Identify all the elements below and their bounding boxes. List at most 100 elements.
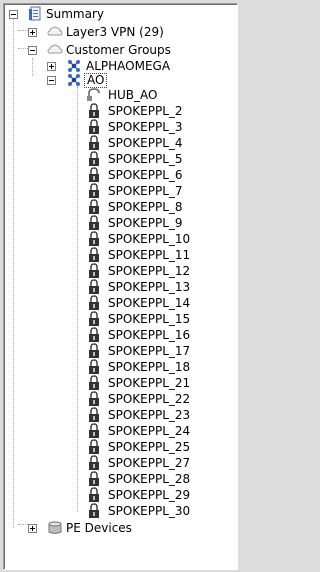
collapse-toggle[interactable] bbox=[47, 76, 56, 85]
lock-icon bbox=[89, 471, 99, 486]
tree-node-spoke[interactable]: SPOKEPPL_7 bbox=[4, 183, 234, 199]
tree-node-label: SPOKEPPL_5 bbox=[108, 152, 183, 166]
tree-node-label: SPOKEPPL_3 bbox=[108, 120, 183, 134]
tree-node-label: SPOKEPPL_12 bbox=[108, 264, 191, 278]
lock-icon bbox=[89, 231, 99, 246]
tree-node-spoke[interactable]: SPOKEPPL_13 bbox=[4, 279, 234, 295]
tree-node-label: SPOKEPPL_17 bbox=[108, 344, 191, 358]
tree-node-label: SPOKEPPL_4 bbox=[108, 136, 183, 150]
lock-icon bbox=[89, 455, 99, 470]
tree-node-spoke[interactable]: SPOKEPPL_17 bbox=[4, 343, 234, 359]
tree-node-spoke[interactable]: SPOKEPPL_11 bbox=[4, 247, 234, 263]
tree-node-spoke[interactable]: SPOKEPPL_12 bbox=[4, 263, 234, 279]
tree-node-label: SPOKEPPL_6 bbox=[108, 168, 183, 182]
tree-node-label: SPOKEPPL_22 bbox=[108, 392, 191, 406]
hub-icon bbox=[87, 88, 100, 101]
tree-node-spoke[interactable]: SPOKEPPL_14 bbox=[4, 295, 234, 311]
lock-icon bbox=[89, 327, 99, 342]
summary-document-icon bbox=[29, 6, 41, 21]
lock-icon bbox=[89, 247, 99, 262]
tree-node-label: SPOKEPPL_9 bbox=[108, 216, 183, 230]
lock-icon bbox=[89, 183, 99, 198]
tree-node-label: SPOKEPPL_27 bbox=[108, 456, 191, 470]
tree-node-label: SPOKEPPL_8 bbox=[108, 200, 183, 214]
lock-icon bbox=[89, 503, 99, 518]
database-icon bbox=[48, 521, 62, 534]
lock-icon bbox=[89, 423, 99, 438]
tree-node-ao[interactable]: AO bbox=[4, 72, 234, 88]
tree-node-spoke[interactable]: SPOKEPPL_28 bbox=[4, 471, 234, 487]
tree-node-label: SPOKEPPL_7 bbox=[108, 184, 183, 198]
tree-node-label: SPOKEPPL_28 bbox=[108, 472, 191, 486]
tree-node-spoke[interactable]: SPOKEPPL_3 bbox=[4, 119, 234, 135]
tree-node-spoke[interactable]: SPOKEPPL_25 bbox=[4, 439, 234, 455]
tree-node-label: SPOKEPPL_14 bbox=[108, 296, 191, 310]
group-star-icon bbox=[68, 74, 80, 86]
tree-node-layer3-vpn[interactable]: Layer3 VPN (29) bbox=[4, 24, 234, 40]
expand-toggle[interactable] bbox=[47, 62, 56, 71]
lock-icon bbox=[89, 215, 99, 230]
tree-node-label: HUB_AO bbox=[108, 88, 158, 102]
tree-node-spoke[interactable]: SPOKEPPL_30 bbox=[4, 503, 234, 519]
lock-icon bbox=[89, 119, 99, 134]
cloud-icon bbox=[47, 44, 63, 54]
tree-node-customer-groups[interactable]: Customer Groups bbox=[4, 42, 234, 58]
tree-node-spoke[interactable]: SPOKEPPL_18 bbox=[4, 359, 234, 375]
tree-node-label: SPOKEPPL_29 bbox=[108, 488, 191, 502]
tree-node-spoke[interactable]: SPOKEPPL_29 bbox=[4, 487, 234, 503]
lock-icon bbox=[89, 359, 99, 374]
lock-icon bbox=[89, 439, 99, 454]
tree-node-spoke[interactable]: SPOKEPPL_21 bbox=[4, 375, 234, 391]
tree-node-label: SPOKEPPL_30 bbox=[108, 504, 191, 518]
lock-icon bbox=[89, 391, 99, 406]
lock-icon bbox=[89, 135, 99, 150]
tree-node-spoke[interactable]: SPOKEPPL_6 bbox=[4, 167, 234, 183]
tree-node-spoke[interactable]: SPOKEPPL_16 bbox=[4, 327, 234, 343]
tree-node-spoke[interactable]: SPOKEPPL_9 bbox=[4, 215, 234, 231]
tree-node-label: PE Devices bbox=[66, 521, 132, 535]
tree-node-label: SPOKEPPL_13 bbox=[108, 280, 191, 294]
tree-node-label: SPOKEPPL_25 bbox=[108, 440, 191, 454]
expand-toggle[interactable] bbox=[28, 28, 37, 37]
lock-icon bbox=[89, 103, 99, 118]
tree-node-spoke[interactable]: SPOKEPPL_23 bbox=[4, 407, 234, 423]
lock-icon bbox=[89, 343, 99, 358]
tree-node-spoke[interactable]: SPOKEPPL_8 bbox=[4, 199, 234, 215]
tree-node-label-selected: AO bbox=[84, 73, 108, 88]
tree-node-label: SPOKEPPL_24 bbox=[108, 424, 191, 438]
collapse-toggle[interactable] bbox=[28, 46, 37, 55]
tree-node-label: SPOKEPPL_15 bbox=[108, 312, 191, 326]
tree-node-label: Layer3 VPN (29) bbox=[66, 25, 164, 39]
lock-icon bbox=[89, 167, 99, 182]
expand-toggle[interactable] bbox=[28, 524, 37, 533]
tree-panel[interactable]: Summary Layer3 VPN (29) Customer Groups bbox=[3, 3, 238, 570]
tree-node-pe-devices[interactable]: PE Devices bbox=[4, 520, 234, 536]
tree-node-label: Summary bbox=[46, 7, 104, 21]
lock-icon bbox=[89, 295, 99, 310]
cloud-icon bbox=[47, 26, 63, 36]
tree-node-spoke[interactable]: SPOKEPPL_22 bbox=[4, 391, 234, 407]
tree-node-spoke[interactable]: SPOKEPPL_24 bbox=[4, 423, 234, 439]
tree-node-label: Customer Groups bbox=[66, 43, 171, 57]
tree-node-label: SPOKEPPL_11 bbox=[108, 248, 191, 262]
tree-node-hub-ao[interactable]: HUB_AO bbox=[4, 87, 234, 103]
tree-node-spoke[interactable]: SPOKEPPL_2 bbox=[4, 103, 234, 119]
tree-node-summary[interactable]: Summary bbox=[4, 6, 234, 22]
collapse-toggle[interactable] bbox=[9, 10, 18, 19]
lock-icon bbox=[89, 263, 99, 278]
lock-icon bbox=[89, 199, 99, 214]
tree-node-label: SPOKEPPL_2 bbox=[108, 104, 183, 118]
tree-node-label: SPOKEPPL_18 bbox=[108, 360, 191, 374]
tree-node-label: SPOKEPPL_21 bbox=[108, 376, 191, 390]
lock-icon bbox=[89, 407, 99, 422]
lock-icon bbox=[89, 375, 99, 390]
tree-node-spoke[interactable]: SPOKEPPL_5 bbox=[4, 151, 234, 167]
tree-node-spoke[interactable]: SPOKEPPL_4 bbox=[4, 135, 234, 151]
tree-node-spoke[interactable]: SPOKEPPL_15 bbox=[4, 311, 234, 327]
tree-node-spoke[interactable]: SPOKEPPL_27 bbox=[4, 455, 234, 471]
lock-icon bbox=[89, 151, 99, 166]
lock-icon bbox=[89, 279, 99, 294]
lock-icon bbox=[89, 487, 99, 502]
tree-node-spoke[interactable]: SPOKEPPL_10 bbox=[4, 231, 234, 247]
tree-node-label: SPOKEPPL_10 bbox=[108, 232, 191, 246]
